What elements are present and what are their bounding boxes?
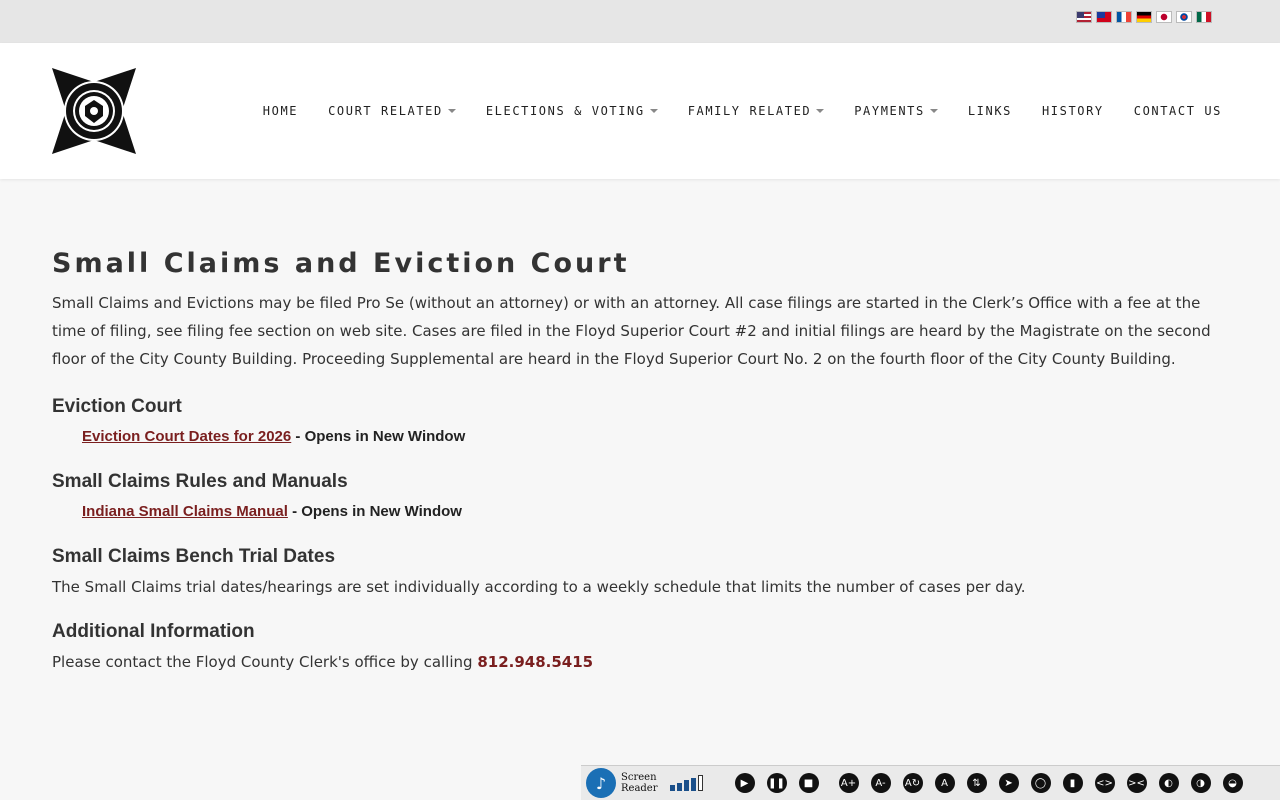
nav-elections-voting[interactable]: ELECTIONS & VOTING: [486, 104, 658, 118]
nav-history[interactable]: HISTORY: [1042, 104, 1104, 118]
nav-court-related-label: COURT RELATED: [328, 104, 443, 118]
additional-info-heading: Additional Information: [52, 621, 255, 642]
bench-trial-heading: Small Claims Bench Trial Dates: [52, 546, 336, 567]
chevron-down-icon: [649, 109, 658, 113]
contrast-icon[interactable]: ◐: [1158, 773, 1179, 793]
decrease-text-icon[interactable]: A-: [870, 773, 891, 793]
chevron-down-icon: [929, 109, 938, 113]
flag-chinese-icon[interactable]: [1096, 11, 1112, 23]
screen-reader-label-line2: Reader: [621, 783, 658, 794]
main-content: Small Claims and Eviction Court Small Cl…: [52, 248, 1232, 673]
volume-bar: [669, 785, 675, 791]
nav-payments-label: PAYMENTS: [854, 104, 925, 118]
site-header: HOME COURT RELATED ELECTIONS & VOTING FA…: [0, 43, 1280, 179]
intro-paragraph: Small Claims and Evictions may be filed …: [52, 294, 1211, 368]
flag-korean-icon[interactable]: [1176, 11, 1192, 23]
nav-history-label: HISTORY: [1041, 104, 1104, 118]
flag-german-icon[interactable]: [1136, 11, 1152, 23]
eviction-link-row: Eviction Court Dates for 2026 - Opens in…: [52, 426, 1232, 448]
expand-icon[interactable]: <>: [1094, 773, 1115, 793]
nav-payments[interactable]: PAYMENTS: [854, 104, 938, 118]
screen-reader-label: Screen Reader: [621, 772, 658, 794]
page-title: Small Claims and Eviction Court: [52, 248, 630, 279]
nav-family-related-label: FAMILY RELATED: [687, 104, 812, 118]
volume-bar: [683, 780, 689, 791]
glasses-icon[interactable]: ◯: [1030, 773, 1051, 793]
reset-text-icon[interactable]: A↻: [902, 773, 923, 793]
font-icon[interactable]: A: [934, 773, 955, 793]
flag-french-icon[interactable]: [1116, 11, 1132, 23]
screen-reader-label-line1: Screen: [621, 772, 657, 783]
clerk-phone-number[interactable]: 812.948.5415: [477, 653, 593, 671]
grayscale-icon[interactable]: ◑: [1190, 773, 1211, 793]
small-claims-manual-link[interactable]: Indiana Small Claims Manual: [82, 503, 288, 520]
nav-home-label: HOME: [262, 104, 299, 118]
pause-icon[interactable]: ❚❚: [766, 773, 787, 793]
rules-link-suffix: - Opens in New Window: [287, 503, 462, 520]
reading-mode-icon[interactable]: ▮: [1062, 773, 1083, 793]
spacing-icon[interactable]: ⇅: [966, 773, 987, 793]
volume-level[interactable]: [669, 775, 703, 791]
cursor-icon[interactable]: ➤: [998, 773, 1019, 793]
additional-info-text: Please contact the Floyd County Clerk's …: [52, 651, 1232, 673]
nav-contact-us-label: CONTACT US: [1133, 104, 1222, 118]
nav-links[interactable]: LINKS: [968, 104, 1012, 118]
flag-spanish-icon[interactable]: [1196, 11, 1212, 23]
stop-icon[interactable]: ■: [798, 773, 819, 793]
top-bar: [0, 0, 1280, 43]
eviction-link-suffix: - Opens in New Window: [291, 428, 466, 445]
screen-reader-toolbar: ♪ Screen Reader ▶ ❚❚ ■ A+ A- A↻ A ⇅ ➤ ◯ ▮…: [581, 765, 1280, 800]
volume-bar: [690, 777, 696, 791]
rules-manuals-heading: Small Claims Rules and Manuals: [52, 471, 348, 492]
nav-family-related[interactable]: FAMILY RELATED: [688, 104, 825, 118]
eviction-court-heading: Eviction Court: [52, 396, 182, 417]
county-seal-logo[interactable]: [52, 68, 136, 154]
nav-home[interactable]: HOME: [263, 104, 298, 118]
nav-elections-voting-label: ELECTIONS & VOTING: [485, 104, 645, 118]
nav-court-related[interactable]: COURT RELATED: [328, 104, 456, 118]
ear-icon[interactable]: ♪: [586, 768, 616, 798]
main-nav: HOME COURT RELATED ELECTIONS & VOTING FA…: [233, 104, 1222, 118]
collapse-icon[interactable]: ><: [1126, 773, 1147, 793]
nav-links-label: LINKS: [967, 104, 1012, 118]
chevron-down-icon: [816, 109, 825, 113]
rules-link-row: Indiana Small Claims Manual - Opens in N…: [52, 501, 1232, 523]
flag-japanese-icon[interactable]: [1156, 11, 1172, 23]
increase-text-icon[interactable]: A+: [838, 773, 859, 793]
flag-english-icon[interactable]: [1076, 11, 1092, 23]
nav-contact-us[interactable]: CONTACT US: [1134, 104, 1222, 118]
chevron-down-icon: [447, 109, 456, 113]
language-flags: [1076, 11, 1212, 23]
volume-bar: [676, 782, 682, 791]
bench-trial-text: The Small Claims trial dates/hearings ar…: [52, 578, 1026, 596]
play-icon[interactable]: ▶: [734, 773, 755, 793]
invert-icon[interactable]: ◒: [1222, 773, 1243, 793]
volume-bar: [697, 775, 703, 791]
additional-info-sentence: Please contact the Floyd County Clerk's …: [52, 653, 478, 671]
eviction-dates-link[interactable]: Eviction Court Dates for 2026: [82, 428, 291, 445]
